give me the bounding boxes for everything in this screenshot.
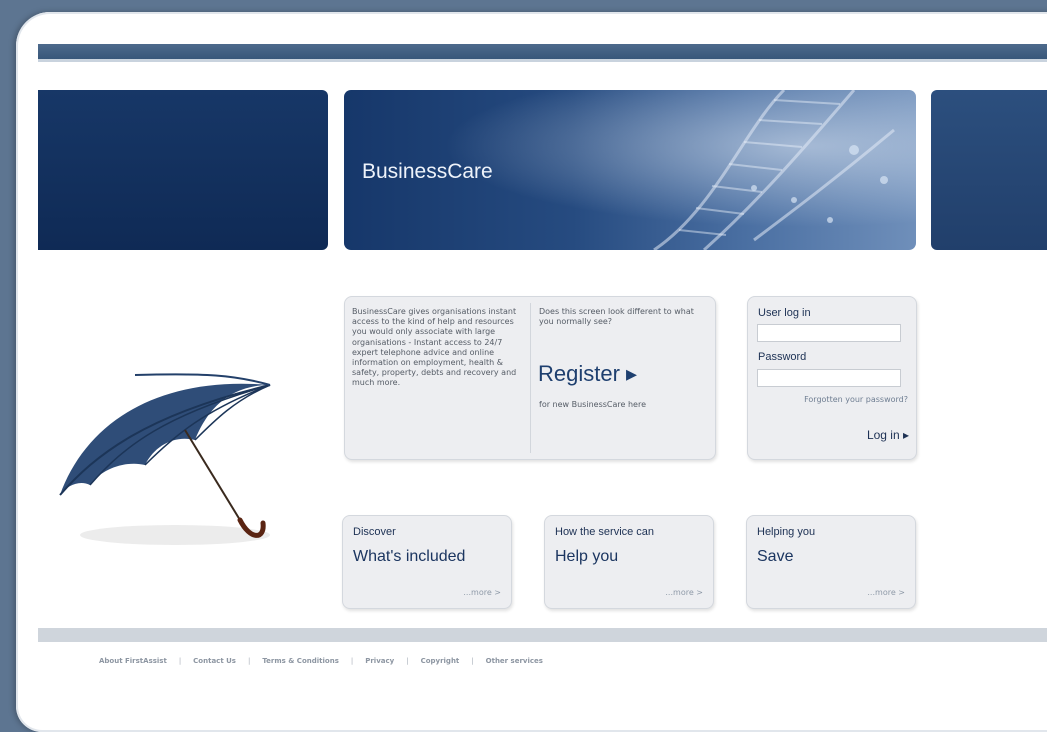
footer-link-copyright[interactable]: Copyright (421, 657, 460, 665)
feature-more-link[interactable]: ...more > (867, 588, 905, 597)
intro-panel: BusinessCare gives organisations instant… (344, 296, 716, 460)
feature-headline: Help you (555, 548, 619, 565)
login-panel: User log in Password Forgotten your pass… (747, 296, 917, 460)
footer-link-other-services[interactable]: Other services (486, 657, 543, 665)
feature-headline: Save (757, 548, 794, 565)
register-subtext: for new BusinessCare here (539, 400, 646, 409)
feature-kicker: How the service can (555, 526, 655, 538)
intro-divider (530, 303, 531, 453)
register-question: Does this screen look different to what … (539, 307, 694, 327)
footer-separator: | (406, 657, 409, 665)
umbrella-image (59, 373, 271, 545)
footer-nav: About FirstAssist | Contact Us | Terms &… (99, 657, 543, 665)
register-link[interactable]: Register ▸ (538, 361, 637, 387)
feature-card-save[interactable]: Helping you Save ...more > (746, 515, 916, 609)
footer-separator: | (178, 657, 182, 665)
footer-link-about[interactable]: About FirstAssist (99, 657, 167, 665)
footer-separator: | (350, 657, 354, 665)
brand-title: BusinessCare (362, 160, 493, 183)
feature-kicker: Helping you (757, 526, 816, 538)
header-banner: BusinessCare (344, 90, 916, 250)
left-banner-panel (38, 90, 328, 250)
footer-link-terms[interactable]: Terms & Conditions (262, 657, 339, 665)
footer-separator: | (471, 657, 474, 665)
feature-card-help[interactable]: How the service can Help you ...more > (544, 515, 714, 609)
feature-headline: What's included (353, 548, 466, 565)
feature-more-link[interactable]: ...more > (665, 588, 703, 597)
top-bar-shadow (38, 59, 1047, 62)
footer-link-privacy[interactable]: Privacy (365, 657, 394, 665)
top-bar (38, 44, 1047, 59)
feature-card-discover[interactable]: Discover What's included ...more > (342, 515, 512, 609)
login-button[interactable]: Log in ▸ (867, 428, 909, 442)
feature-kicker: Discover (353, 526, 396, 538)
username-input[interactable] (757, 324, 901, 342)
bottom-bar (38, 628, 1047, 642)
password-label: Password (758, 351, 807, 363)
user-login-label: User log in (758, 307, 811, 319)
feature-more-link[interactable]: ...more > (463, 588, 501, 597)
footer-separator: | (247, 657, 251, 665)
intro-description: BusinessCare gives organisations instant… (352, 307, 517, 388)
footer-link-contact[interactable]: Contact Us (193, 657, 236, 665)
forgotten-password-link[interactable]: Forgotten your password? (798, 395, 908, 405)
dna-helix-graphic (653, 90, 895, 250)
right-banner-panel (931, 90, 1047, 250)
password-input[interactable] (757, 369, 901, 387)
